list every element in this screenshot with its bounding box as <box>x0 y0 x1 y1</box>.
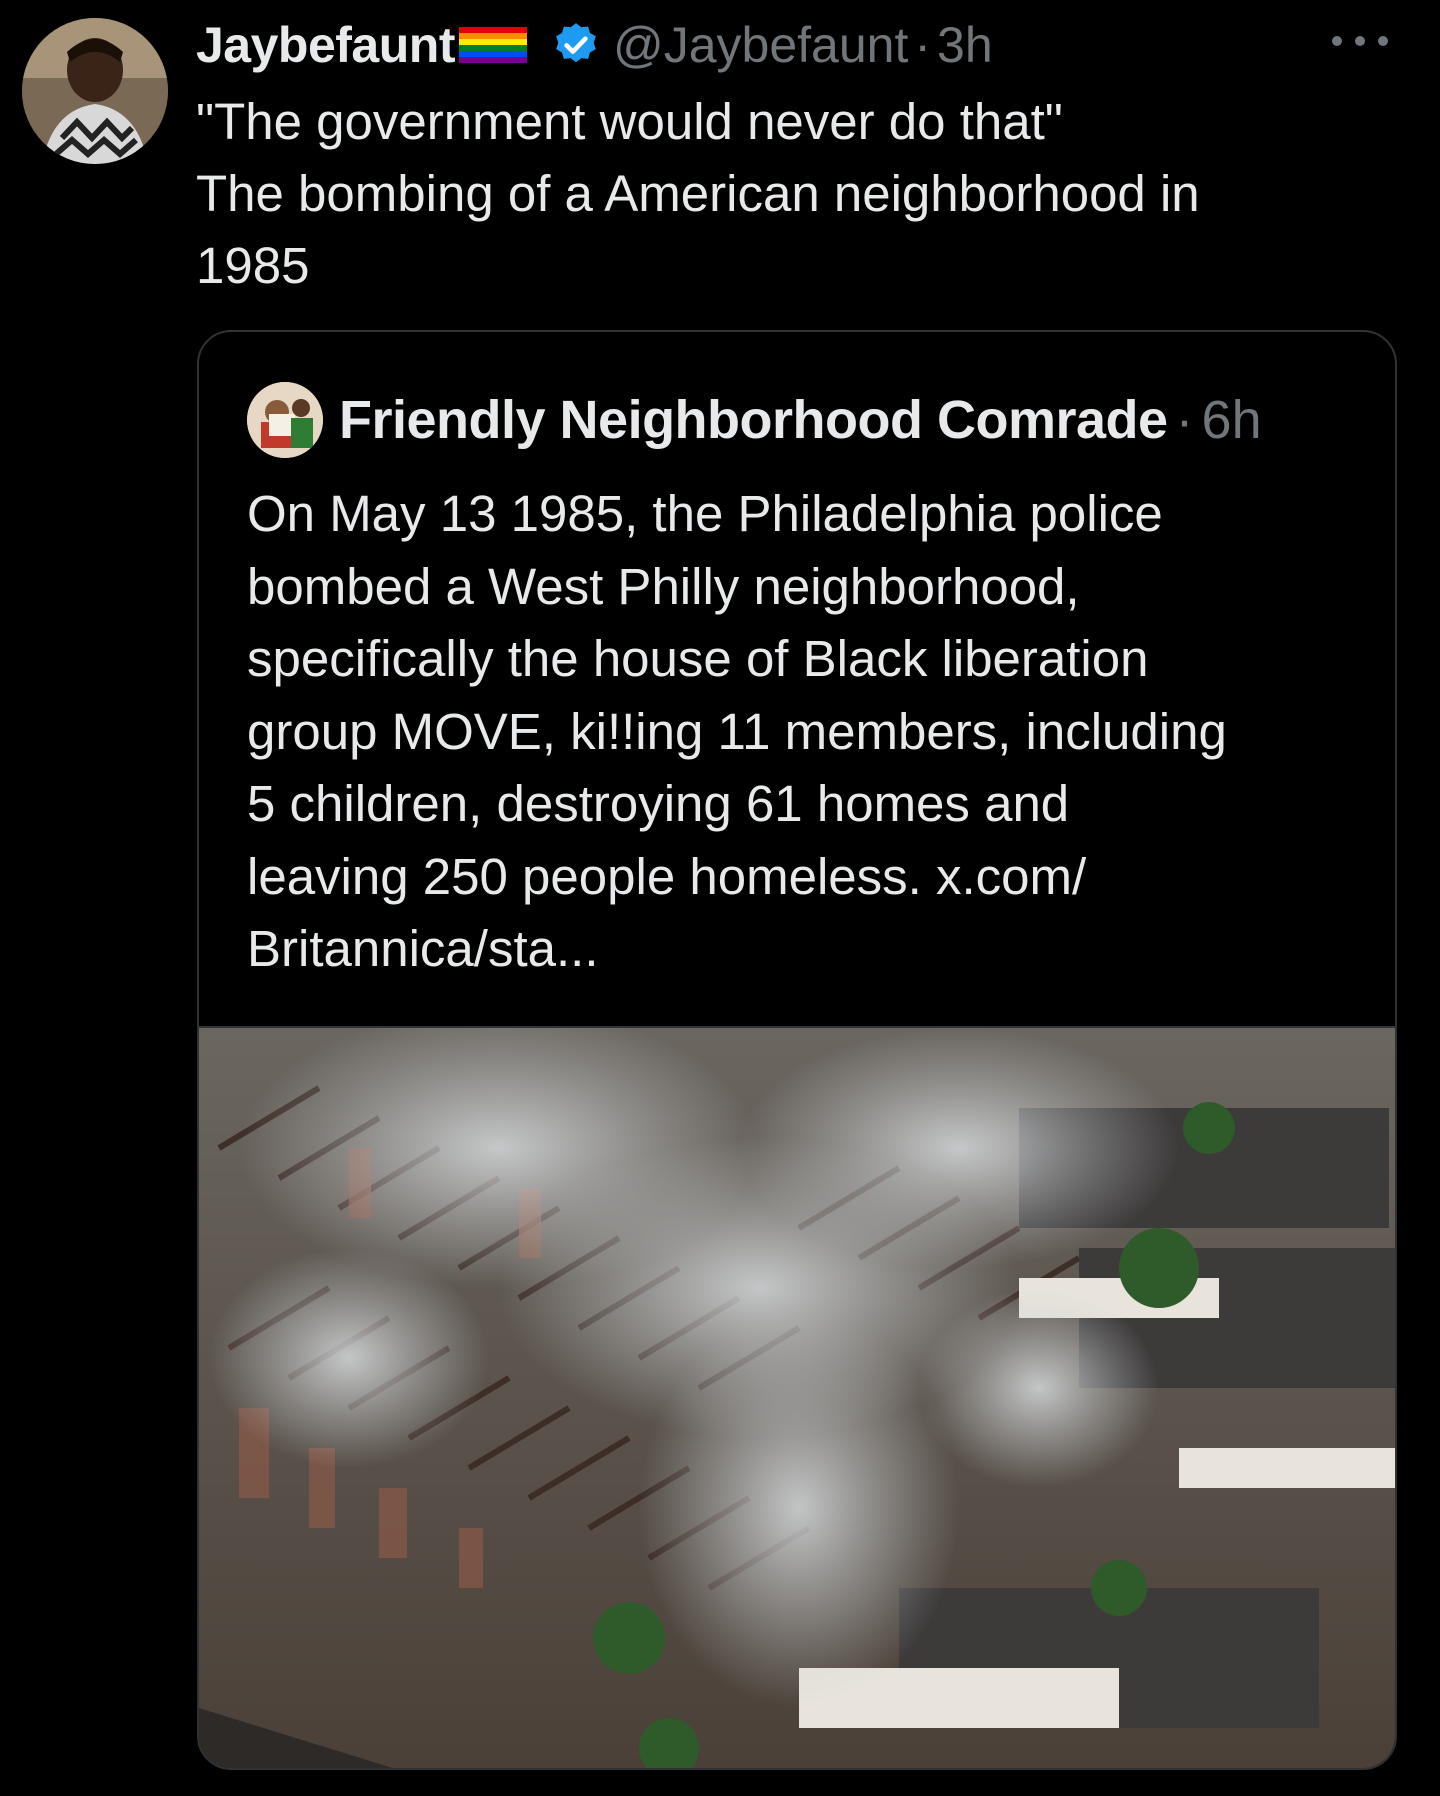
author-name[interactable]: Jaybefaunt <box>196 16 455 74</box>
tweet-text-line: 1985 <box>196 237 310 294</box>
quote-text-line: 5 children, destroying 61 homes and <box>247 775 1070 832</box>
quote-text-line: bombed a West Philly neighborhood, <box>247 557 1080 615</box>
tweet-timestamp[interactable]: 3h <box>937 16 993 74</box>
author-handle[interactable]: @Jaybefaunt <box>613 16 908 74</box>
quote-text-line: specifically the house of Black liberati… <box>247 630 1149 687</box>
separator-dot: · <box>914 17 932 73</box>
tweet-text-line: The bombing of a American neighborhood i… <box>196 165 1200 222</box>
quote-author-name[interactable]: Friendly Neighborhood Comrade <box>339 389 1168 451</box>
quote-text-line: group MOVE, ki!!ing 11 members, includin… <box>247 702 1227 760</box>
quote-header: Friendly Neighborhood Comrade · 6h <box>247 382 1262 458</box>
quote-media-image[interactable] <box>199 1026 1395 1768</box>
quote-text: On May 13 1985, the Philadelphia police … <box>247 478 1367 986</box>
rainbow-flag-icon <box>458 27 527 63</box>
author-avatar[interactable] <box>22 18 168 164</box>
quote-timestamp[interactable]: 6h <box>1202 389 1262 451</box>
separator-dot: · <box>1175 390 1194 450</box>
tweet-header: Jaybefaunt @Jaybefaunt · 3h <box>196 14 993 76</box>
more-options-icon[interactable] <box>1332 24 1388 58</box>
quote-author-avatar[interactable] <box>247 382 323 458</box>
quote-text-line[interactable]: leaving 250 people homeless. x.com/ <box>247 841 1367 914</box>
quoted-tweet[interactable]: Friendly Neighborhood Comrade · 6h On Ma… <box>197 330 1397 1770</box>
quote-text-line[interactable]: Britannica/sta... <box>247 913 1367 986</box>
quote-text-line: On May 13 1985, the Philadelphia police <box>247 485 1163 542</box>
tweet-text: "The government would never do that" The… <box>196 86 1346 302</box>
verified-badge-icon[interactable] <box>551 20 601 70</box>
tweet-text-line: "The government would never do that" <box>196 93 1063 150</box>
